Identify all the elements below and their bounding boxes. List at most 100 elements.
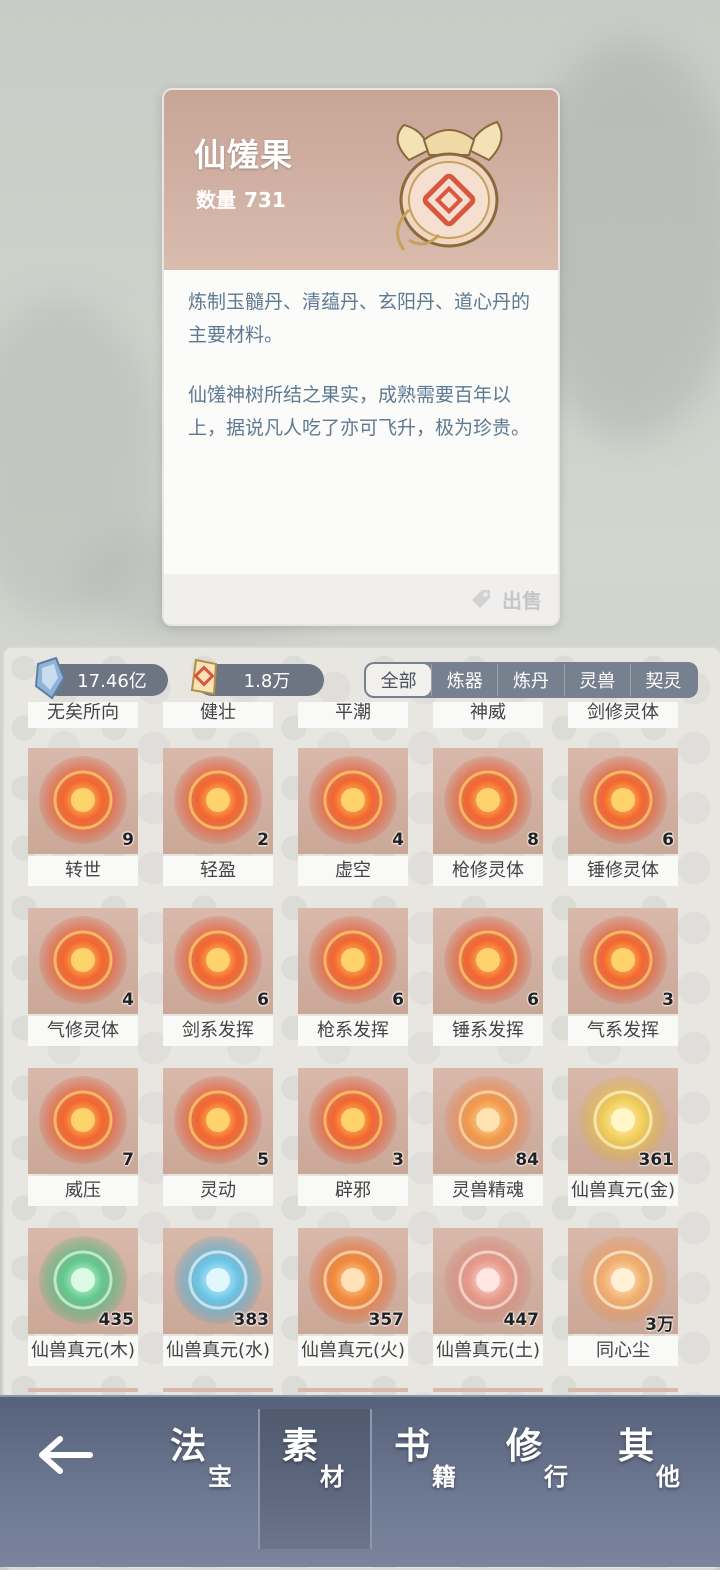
grid-item[interactable]: 2 轻盈: [163, 748, 273, 886]
grid-item[interactable]: 3万 同心尘: [568, 1228, 678, 1366]
item-label: 锤修灵体: [568, 856, 678, 886]
grid-item[interactable]: 8 枪修灵体: [433, 748, 543, 886]
item-label: 枪修灵体: [433, 856, 543, 886]
nav-tab-materials[interactable]: 素 材: [258, 1409, 372, 1549]
tab-refining[interactable]: 炼器: [431, 664, 497, 696]
tab-alchemy[interactable]: 炼丹: [497, 664, 563, 696]
item-label: 锤系发挥: [433, 1016, 543, 1046]
grid-item[interactable]: 7 威压: [28, 1068, 138, 1206]
item-quantity: 数量 731: [196, 184, 294, 213]
item-count: 3万: [645, 1315, 674, 1335]
tab-spirit-beast[interactable]: 灵兽: [563, 664, 630, 696]
item-label: 仙兽真元(火): [298, 1336, 408, 1366]
item-count: 6: [257, 990, 269, 1010]
grid-item[interactable]: 5 灵动: [163, 1068, 273, 1206]
item-count: 447: [503, 1310, 540, 1330]
grid-item[interactable]: 361 仙兽真元(金): [568, 1068, 678, 1206]
item-count: 8: [527, 830, 539, 850]
item-label: 枪系发挥: [298, 1016, 408, 1046]
grid-item[interactable]: 6 锤修灵体: [568, 748, 678, 886]
grid-item[interactable]: [568, 1388, 678, 1392]
item-label: 轻盈: [163, 856, 273, 886]
nav-label-sub: 材: [320, 1463, 344, 1491]
grid-item[interactable]: 357 仙兽真元(火): [298, 1228, 408, 1366]
item-thumbnail: [298, 1388, 408, 1392]
grid-item[interactable]: [298, 1388, 408, 1392]
nav-label-sub: 籍: [432, 1463, 456, 1491]
nav-label-main: 其: [618, 1426, 655, 1467]
item-label: 气系发挥: [568, 1016, 678, 1046]
item-label: 仙兽真元(木): [28, 1336, 138, 1366]
grid-item[interactable]: 健壮: [163, 702, 273, 728]
crystal-currency: 17.46亿: [34, 656, 168, 700]
jade-token-icon: [190, 658, 218, 696]
bottom-navigation: 法 宝 素 材 书 籍 修 行 其 他: [0, 1395, 720, 1567]
item-count: 383: [233, 1310, 270, 1330]
sell-button[interactable]: 出售: [468, 583, 542, 615]
grid-item[interactable]: 6 锤系发挥: [433, 908, 543, 1046]
grid-item[interactable]: [163, 1388, 273, 1392]
grid-item[interactable]: 383 仙兽真元(水): [163, 1228, 273, 1366]
item-thumbnail: [433, 1388, 543, 1392]
grid-item[interactable]: 447 仙兽真元(土): [433, 1228, 543, 1366]
grid-item[interactable]: 平潮: [298, 702, 408, 728]
quantity-value: 731: [244, 188, 286, 212]
tab-contract-spirit[interactable]: 契灵: [629, 664, 696, 696]
item-label: 无矣所向: [28, 702, 138, 728]
description-usage: 炼制玉髓丹、清蕴丹、玄阳丹、道心丹的主要材料。: [188, 291, 531, 346]
grid-item[interactable]: 6 枪系发挥: [298, 908, 408, 1046]
sell-label: 出售: [502, 588, 542, 613]
nav-label-main: 书: [394, 1426, 431, 1467]
item-label: 同心尘: [568, 1336, 678, 1366]
grid-item[interactable]: [433, 1388, 543, 1392]
tab-all[interactable]: 全部: [366, 664, 432, 696]
nav-label-main: 素: [282, 1426, 319, 1467]
item-description: 炼制玉髓丹、清蕴丹、玄阳丹、道心丹的主要材料。 仙馐神树所结之果实，成熟需要百年…: [188, 286, 538, 472]
grid-item[interactable]: 4 虚空: [298, 748, 408, 886]
item-label: 仙兽真元(金): [568, 1176, 678, 1206]
nav-tab-others[interactable]: 其 他: [596, 1409, 706, 1549]
item-label: 健壮: [163, 702, 273, 728]
jade-currency: 1.8万: [190, 658, 324, 696]
item-count: 7: [122, 1150, 134, 1170]
nav-tab-cultivation[interactable]: 修 行: [484, 1409, 594, 1549]
grid-item[interactable]: 4 气修灵体: [28, 908, 138, 1046]
item-label: 转世: [28, 856, 138, 886]
item-thumbnail: [28, 1388, 138, 1392]
item-label: 辟邪: [298, 1176, 408, 1206]
grid-item[interactable]: 神威: [433, 702, 543, 728]
card-header: 仙馐果 数量 731: [164, 90, 558, 270]
item-count: 4: [392, 830, 404, 850]
description-lore: 仙馐神树所结之果实，成熟需要百年以上，据说凡人吃了亦可飞升，极为珍贵。: [188, 384, 531, 439]
jade-amount: 1.8万: [243, 671, 291, 692]
item-label: 剑修灵体: [568, 702, 678, 728]
grid-item[interactable]: 6 剑系发挥: [163, 908, 273, 1046]
back-arrow-icon[interactable]: [36, 1433, 94, 1477]
quantity-label: 数量: [196, 188, 236, 212]
grid-item[interactable]: 剑修灵体: [568, 702, 678, 728]
item-grid-viewport[interactable]: 无矣所向 健壮 平潮 神威 剑修灵体 9 转世 2 轻盈 4 虚空 8 枪修灵体…: [28, 702, 698, 1392]
grid-item[interactable]: 9 转世: [28, 748, 138, 886]
nav-tab-books[interactable]: 书 籍: [372, 1409, 482, 1549]
nav-tab-treasures[interactable]: 法 宝: [148, 1409, 258, 1549]
nav-label-sub: 宝: [208, 1463, 232, 1491]
item-label: 仙兽真元(土): [433, 1336, 543, 1366]
item-count: 2: [257, 830, 269, 850]
item-count: 6: [662, 830, 674, 850]
item-label: 神威: [433, 702, 543, 728]
item-count: 4: [122, 990, 134, 1010]
item-count: 6: [392, 990, 404, 1010]
grid-item[interactable]: 84 灵兽精魂: [433, 1068, 543, 1206]
grid-item[interactable]: [28, 1388, 138, 1392]
item-count: 357: [368, 1310, 405, 1330]
category-tabs: 全部 炼器 炼丹 灵兽 契灵: [364, 662, 698, 698]
grid-item[interactable]: 435 仙兽真元(木): [28, 1228, 138, 1366]
grid-item[interactable]: 3 辟邪: [298, 1068, 408, 1206]
item-label: 威压: [28, 1176, 138, 1206]
item-count: 84: [515, 1150, 539, 1170]
grid-item[interactable]: 3 气系发挥: [568, 908, 678, 1046]
grid-item[interactable]: 无矣所向: [28, 702, 138, 728]
sell-icon: [472, 590, 490, 608]
item-detail-card: 仙馐果 数量 731 炼制玉髓丹、清蕴丹、玄阳丹、道心丹的主要材料。 仙馐神树所结…: [162, 88, 560, 626]
crystal-amount: 17.46亿: [77, 671, 147, 692]
